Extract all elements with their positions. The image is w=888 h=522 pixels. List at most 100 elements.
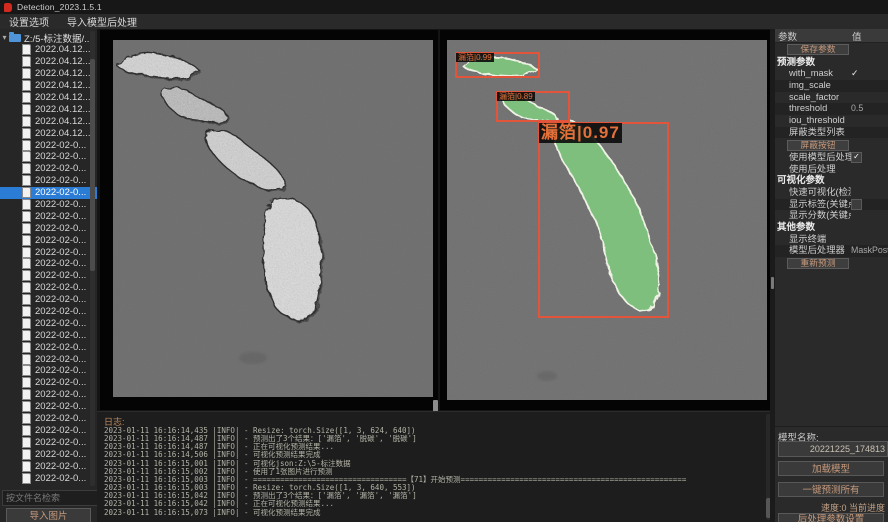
params-header-value: 值: [852, 29, 888, 43]
menu-item-0[interactable]: 设置选项: [0, 14, 58, 29]
tree-item[interactable]: 2022-02-0...: [0, 270, 97, 282]
tree-item[interactable]: 2022-02-0...: [0, 163, 97, 175]
params-header-name: 参数: [775, 29, 852, 43]
param-row[interactable]: 显示标签(关键点): [775, 199, 888, 211]
param-row[interactable]: 显示终端: [775, 234, 888, 246]
tree-item[interactable]: 2022-02-0...: [0, 413, 97, 425]
param-row[interactable]: scale_factor: [775, 92, 888, 104]
param-row[interactable]: 屏蔽类型列表: [775, 127, 888, 139]
model-name-field[interactable]: 20221225_174813: [778, 441, 888, 457]
param-row[interactable]: 快速可视化(检测): [775, 187, 888, 199]
detection-label: 漏箔|0.89: [497, 92, 535, 101]
tree-item[interactable]: 2022.04.12...: [0, 44, 97, 56]
tree-item[interactable]: 2022-02-0...: [0, 317, 97, 329]
param-checkbox[interactable]: [851, 199, 862, 210]
predict-all-button[interactable]: 一键预测所有: [778, 482, 884, 497]
tree-item[interactable]: 2022.04.12...: [0, 103, 97, 115]
checkmark-icon: ✓: [851, 68, 888, 80]
tree-item[interactable]: 2022.04.12...: [0, 68, 97, 80]
tree-item[interactable]: 2022-02-0...: [0, 234, 97, 246]
file-icon: [22, 128, 31, 139]
source-image: [113, 40, 433, 397]
tree-item[interactable]: 2022-02-0...: [0, 389, 97, 401]
tree-item[interactable]: 2022-02-0...: [0, 187, 97, 199]
param-row[interactable]: iou_threshold: [775, 115, 888, 127]
tree-item[interactable]: 2022-02-0...: [0, 401, 97, 413]
tree-item[interactable]: 2022.04.12...: [0, 80, 97, 92]
tree-item[interactable]: 2022-02-0...: [0, 329, 97, 341]
filename-search-input[interactable]: [2, 490, 101, 506]
tree-item[interactable]: 2022-02-0...: [0, 425, 97, 437]
tree-item[interactable]: 2022-02-0...: [0, 151, 97, 163]
app-icon: [4, 3, 12, 12]
tree-item[interactable]: 2022-02-0...: [0, 341, 97, 353]
tree-item[interactable]: 2022.04.12...: [0, 127, 97, 139]
tree-item-label: 2022.04.12...: [35, 116, 90, 127]
param-row[interactable]: 模型后处理器MaskPostPro: [775, 245, 888, 257]
file-icon: [22, 258, 31, 269]
prediction-image-panel: 漏箔|0.99漏箔|0.89漏箔|0.97: [440, 30, 770, 410]
tree-item[interactable]: 2022-02-0...: [0, 294, 97, 306]
tree-item[interactable]: 2022-02-0...: [0, 353, 97, 365]
file-icon: [22, 270, 31, 281]
param-row[interactable]: 使用模型后处理✓: [775, 152, 888, 164]
tree-item[interactable]: 2022-02-0...: [0, 460, 97, 472]
param-value: MaskPostPro: [851, 245, 888, 257]
param-label: 模型后处理器: [775, 245, 851, 257]
param-button[interactable]: 保存参数: [787, 44, 849, 55]
tree-item[interactable]: 2022-02-0...: [0, 306, 97, 318]
tree-item[interactable]: 2022-02-0...: [0, 448, 97, 460]
file-icon: [22, 175, 31, 186]
tree-item[interactable]: 2022.04.12...: [0, 92, 97, 104]
param-label: 显示终端: [775, 234, 851, 246]
menu-item-1[interactable]: 导入模型后处理: [58, 14, 146, 29]
param-row[interactable]: img_scale: [775, 80, 888, 92]
file-icon: [22, 282, 31, 293]
param-label: 快速可视化(检测): [775, 187, 851, 199]
tree-scrollbar-thumb[interactable]: [90, 59, 95, 271]
param-button[interactable]: 屏蔽按钮: [787, 140, 849, 151]
file-icon: [22, 151, 31, 162]
file-icon: [22, 437, 31, 448]
tree-item[interactable]: 2022.04.12...: [0, 56, 97, 68]
param-checkbox[interactable]: ✓: [851, 152, 862, 163]
tree-scrollbar[interactable]: [90, 31, 95, 486]
title-bar: Detection_2023.1.5.1: [0, 0, 888, 14]
tree-item[interactable]: 2022-02-0...: [0, 365, 97, 377]
tree-item-label: 2022.04.12...: [35, 92, 90, 103]
import-images-button[interactable]: 导入图片: [6, 508, 91, 522]
param-row[interactable]: 使用后处理: [775, 164, 888, 176]
tree-item[interactable]: 2022.04.12...: [0, 115, 97, 127]
tree-root-folder[interactable]: ▾ Z:/5-标注数据/...: [0, 31, 97, 44]
param-row[interactable]: 显示分数(关键点): [775, 210, 888, 222]
param-section-header: 可视化参数: [775, 175, 888, 187]
tree-item[interactable]: 2022-02-0...: [0, 175, 97, 187]
tree-item-label: 2022-02-0...: [35, 175, 86, 186]
tree-item-label: 2022-02-0...: [35, 294, 86, 305]
param-row[interactable]: with_mask✓: [775, 68, 888, 80]
params-panel: 参数 值 保存参数预测参数with_mask✓img_scalescale_fa…: [775, 29, 888, 522]
tree-item-label: 2022-02-0...: [35, 449, 86, 460]
model-block: 模型名称: 20221225_174813 加载模型 一键预测所有 速度:0 当…: [775, 426, 888, 522]
splitter-grip[interactable]: [771, 277, 774, 289]
tree-item[interactable]: 2022-02-0...: [0, 222, 97, 234]
tree-item[interactable]: 2022-02-0...: [0, 472, 97, 484]
tree-item[interactable]: 2022-02-0...: [0, 436, 97, 448]
tree-item[interactable]: 2022-02-0...: [0, 258, 97, 270]
tree-item-label: 2022-02-0...: [35, 354, 86, 365]
tree-item-label: 2022.04.12...: [35, 80, 90, 91]
file-icon: [22, 473, 31, 484]
tree-item[interactable]: 2022-02-0...: [0, 199, 97, 211]
tree-item[interactable]: 2022-02-0...: [0, 246, 97, 258]
param-row[interactable]: threshold0.5: [775, 103, 888, 115]
expander-arrow-icon[interactable]: ▾: [0, 33, 9, 42]
log-lines: 2023-01-11 16:16:14,435 |INFO| - Resize:…: [104, 427, 759, 517]
param-button[interactable]: 重新预测: [787, 258, 849, 269]
postprocess-settings-button[interactable]: 后处理参数设置: [778, 513, 884, 522]
file-icon: [22, 80, 31, 91]
tree-item[interactable]: 2022-02-0...: [0, 210, 97, 222]
tree-item[interactable]: 2022-02-0...: [0, 377, 97, 389]
tree-item[interactable]: 2022-02-0...: [0, 282, 97, 294]
load-model-button[interactable]: 加载模型: [778, 461, 884, 476]
tree-item[interactable]: 2022-02-0...: [0, 139, 97, 151]
